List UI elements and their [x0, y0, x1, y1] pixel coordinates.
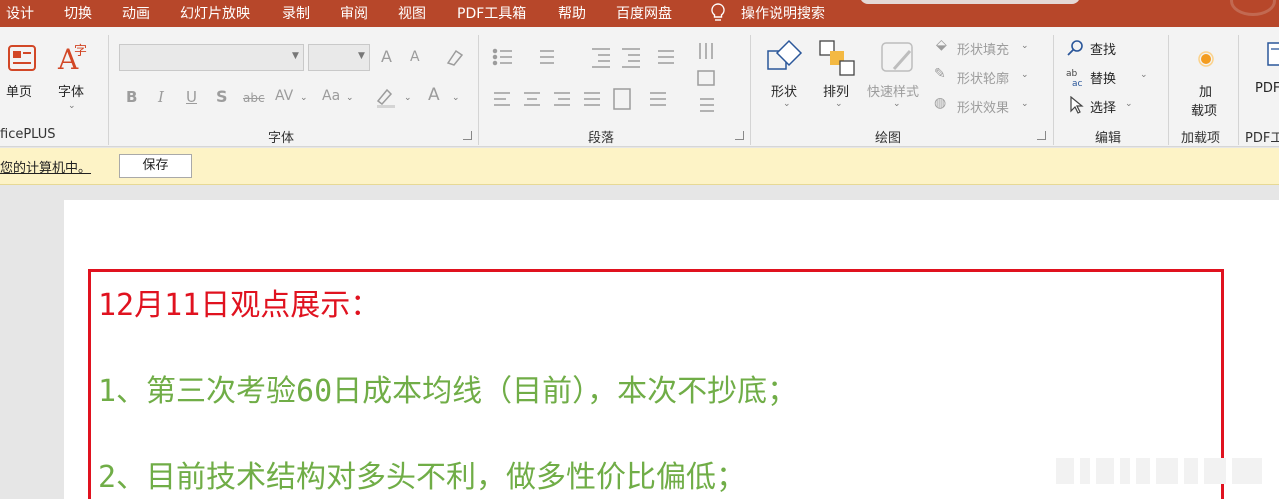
chevron-down-icon: ⌄ [1140, 70, 1148, 80]
shapes-button[interactable]: 形状 [771, 81, 797, 100]
text-direction-icon[interactable] [696, 41, 734, 121]
pdf-icon [1267, 42, 1279, 66]
italic-button[interactable]: I [158, 88, 164, 106]
arrange-button[interactable]: 排列 [823, 81, 849, 100]
tab-design[interactable]: 设计 [6, 3, 34, 23]
slide-point-2: 2、目前技术结构对多头不利，做多性价比偏低； [98, 460, 747, 495]
quick-styles-icon [881, 42, 913, 72]
chevron-down-icon: ⌄ [452, 93, 460, 103]
replace-button[interactable]: 替换 [1090, 68, 1116, 87]
tab-pdf-toolbox[interactable]: PDF工具箱 [457, 3, 526, 23]
slide-point-1: 1、第三次考验60日成本均线（目前），本次不抄底； [98, 374, 798, 409]
shrink-font-button[interactable]: A [410, 49, 420, 65]
find-button[interactable]: 查找 [1090, 39, 1116, 58]
character-spacing-button[interactable]: AV [275, 88, 293, 104]
strikethrough-button[interactable]: abc [243, 91, 265, 105]
shape-fill-button[interactable]: 形状填充 [957, 39, 1009, 58]
font-button[interactable]: 字体 [58, 81, 84, 100]
highlight-icon[interactable] [374, 85, 398, 109]
save-button[interactable]: 保存 [119, 154, 192, 178]
tab-help[interactable]: 帮助 [558, 3, 586, 23]
group-label-officeplus: ficePLUS [0, 127, 56, 142]
text-shadow-button[interactable]: S [216, 87, 228, 106]
font-dialog-launcher[interactable] [463, 131, 472, 140]
chevron-down-icon: ▼ [292, 51, 299, 61]
chevron-down-icon: ⌄ [1125, 99, 1133, 109]
tab-view[interactable]: 视图 [398, 3, 426, 23]
svg-text:ab: ab [1066, 69, 1078, 79]
shape-outline-icon: ✎ [934, 66, 946, 82]
tell-me-search[interactable]: 操作说明搜索 [741, 3, 825, 23]
font-color-button[interactable]: A [428, 85, 440, 105]
tab-record[interactable]: 录制 [282, 3, 310, 23]
chevron-down-icon: ⌄ [1021, 41, 1029, 51]
group-label-drawing: 绘图 [875, 131, 902, 146]
tab-baidu-netdisk[interactable]: 百度网盘 [616, 3, 672, 23]
font-name-combobox[interactable] [119, 44, 304, 71]
paragraph-dialog-launcher[interactable] [735, 131, 744, 140]
change-case-button[interactable]: Aa [322, 88, 340, 104]
add-ins-icon [1198, 51, 1214, 67]
single-page-button[interactable]: 单页 [6, 81, 32, 100]
quick-styles-button[interactable]: 快速样式 [867, 81, 919, 100]
grow-font-button[interactable]: A [381, 47, 392, 66]
group-label-add-ins: 加载项 [1181, 131, 1221, 146]
svg-text:ac: ac [1072, 79, 1083, 87]
menu-bar: 设计 切换 动画 幻灯片放映 录制 审阅 视图 PDF工具箱 帮助 百度网盘 操… [0, 0, 1279, 27]
select-button[interactable]: 选择 [1090, 97, 1116, 116]
search-icon [1067, 40, 1083, 56]
shape-outline-button[interactable]: 形状轮廓 [957, 68, 1009, 87]
notification-message[interactable]: 您的计算机中。 [0, 157, 91, 176]
tab-animations[interactable]: 动画 [122, 3, 150, 23]
chevron-down-icon: ⌄ [1021, 70, 1029, 80]
group-label-paragraph: 段落 [588, 131, 615, 146]
pdf-button[interactable]: PDF [1255, 81, 1279, 96]
font-icon: A 字 [57, 43, 87, 73]
arrange-icon [819, 40, 855, 76]
notification-bar: 您的计算机中。 保存 [0, 148, 1279, 185]
chevron-down-icon: ⌄ [835, 99, 843, 109]
clear-formatting-icon[interactable] [444, 47, 466, 67]
tab-slideshow[interactable]: 幻灯片放映 [180, 3, 250, 23]
chevron-down-icon: ⌄ [300, 93, 308, 103]
underline-button[interactable]: U [186, 88, 197, 106]
shape-fill-icon: ⬙ [936, 37, 947, 53]
lightbulb-icon [711, 3, 725, 21]
shapes-icon [767, 39, 803, 70]
bold-button[interactable]: B [126, 88, 137, 106]
tab-transitions[interactable]: 切换 [64, 3, 92, 23]
chevron-down-icon: ⌄ [1021, 99, 1029, 109]
watermark-icon [1056, 458, 1262, 484]
ribbon: 单页 A 字 字体 ⌄ ficePLUS ▼ ▼ A A B I U S abc… [0, 27, 1279, 147]
shape-effects-button[interactable]: 形状效果 [957, 97, 1009, 116]
group-label-pdf: PDF工 [1245, 131, 1279, 146]
group-label-editing: 编辑 [1095, 131, 1122, 146]
chevron-down-icon: ⌄ [68, 101, 76, 111]
paragraph-tools-icon[interactable] [490, 45, 690, 131]
account-avatar-fragment [1230, 0, 1276, 16]
shape-effects-icon: ◍ [934, 95, 947, 111]
single-page-icon [8, 45, 36, 71]
slide-heading: 12月11日观点展示： [98, 288, 381, 323]
add-ins-button-line2[interactable]: 载项 [1191, 100, 1217, 119]
group-label-font: 字体 [268, 131, 295, 146]
chevron-down-icon: ▼ [358, 51, 365, 61]
chevron-down-icon: ⌄ [783, 99, 791, 109]
add-ins-button-line1[interactable]: 加 [1199, 81, 1212, 100]
title-bar-fragment [860, 0, 1080, 4]
svg-text:字: 字 [74, 44, 87, 59]
tab-review[interactable]: 审阅 [340, 3, 368, 23]
replace-icon: ab ac [1066, 69, 1083, 87]
drawing-dialog-launcher[interactable] [1037, 131, 1046, 140]
chevron-down-icon: ⌄ [404, 93, 412, 103]
chevron-down-icon: ⌄ [893, 99, 901, 109]
cursor-icon [1070, 96, 1084, 114]
chevron-down-icon: ⌄ [346, 93, 354, 103]
